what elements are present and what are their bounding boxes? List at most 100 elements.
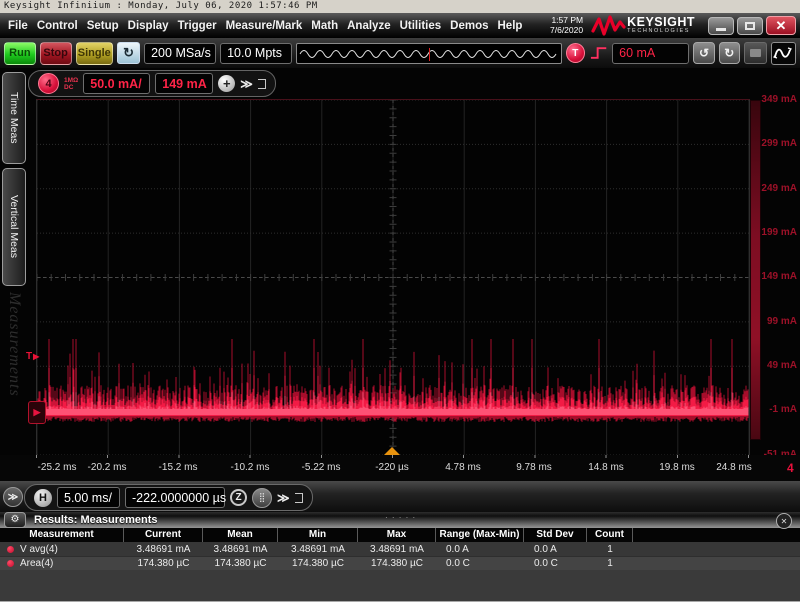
x-axis-label: 19.8 ms [659,462,695,473]
channel4-scale-field[interactable]: 50.0 mA/ [83,73,150,94]
menu-help[interactable]: Help [498,20,523,32]
channel4-axis-marker: 4 [787,461,794,475]
horizontal-dock-icon[interactable] [295,493,303,503]
channel4-dot-icon [7,560,14,567]
channel4-coupling: 1MΩ DC [64,77,78,91]
x-axis-label: -10.2 ms [231,462,270,473]
clock: 1:57 PM 7/6/2020 [550,16,583,35]
value-std-dev: 0.0 A [524,544,587,555]
preview-trigger-marker [429,48,430,61]
value-min: 174.380 µC [278,558,358,569]
waveform-tool-icon[interactable] [771,42,796,65]
menu-utilities[interactable]: Utilities [400,20,442,32]
single-button[interactable]: Single [76,42,114,65]
measurement-label: V avg(4) [20,544,58,555]
x-axis-label: -20.2 ms [88,462,127,473]
screen-dim-icon[interactable] [744,42,767,64]
channel4-controls: 4 1MΩ DC 50.0 mA/ 149 mA + ≫ [28,70,276,97]
menu-demos[interactable]: Demos [450,20,488,32]
scope-display[interactable] [36,99,750,456]
tab-vertical-meas[interactable]: Vertical Meas [2,168,26,286]
y-axis-label: 149 mA [755,272,797,282]
horizontal-expand-left-button[interactable]: ≫ [3,487,23,507]
menu-display[interactable]: Display [128,20,169,32]
vertical-scale-bar[interactable] [750,100,761,440]
trigger-source-button[interactable]: T [566,43,585,63]
channel4-offset-field[interactable]: 149 mA [155,73,213,94]
x-axis-label: 4.78 ms [445,462,481,473]
y-axis-label: -1 mA [755,405,797,415]
menu-setup[interactable]: Setup [87,20,119,32]
channel4-ground-marker[interactable]: ▶ [28,401,46,424]
clear-display-icon[interactable]: ↻ [117,42,140,64]
horizontal-bar: ≫ H 5.00 ms/ -222.0000000 µs Z ⣿ ≫ [0,481,800,512]
value-mean: 3.48691 mA [203,544,278,555]
brand-name: KEYSIGHT [627,16,695,28]
results-title-bar: ⚙ Results: Measurements · · · · · ✕ [0,512,800,528]
channel-dock-icon[interactable] [258,79,266,89]
timebase-scale-field[interactable]: 5.00 ms/ [57,487,120,508]
maximize-button[interactable] [737,17,763,35]
results-panel: ⚙ Results: Measurements · · · · · ✕ Meas… [0,512,800,601]
timebase-position-field[interactable]: -222.0000000 µs [125,487,225,508]
menu-file[interactable]: File [8,20,28,32]
zoom-button[interactable]: Z [230,489,247,506]
value-std-dev: 0.0 C [524,558,587,569]
x-axis-label: 9.78 ms [516,462,552,473]
menu-measure-mark[interactable]: Measure/Mark [226,20,303,32]
screen-glyph [750,49,761,57]
col-mean: Mean [203,528,278,542]
menu-analyze[interactable]: Analyze [347,20,390,32]
keysight-logo: KEYSIGHT TECHNOLOGIES [591,15,695,37]
window-title-bar: Keysight Infiniium : Monday, July 06, 20… [0,0,800,13]
measurements-watermark: Measurements [5,292,23,397]
col-max: Max [358,528,436,542]
channel-expand-button[interactable]: ≫ [240,77,253,91]
stop-button[interactable]: Stop [40,42,72,65]
waveform-preview[interactable] [296,43,562,64]
menu-control[interactable]: Control [37,20,78,32]
close-button[interactable]: ✕ [766,16,796,35]
trigger-level-field[interactable]: 60 mA [612,43,689,64]
col-range: Range (Max-Min) [436,528,524,542]
trigger-level-arrow-icon: ▶ [33,352,39,361]
channel4-button[interactable]: 4 [38,73,59,94]
menu-trigger[interactable]: Trigger [178,20,217,32]
y-axis-label: 99 mA [755,317,797,327]
minimize-button[interactable] [708,17,734,35]
toolbar: Run Stop Single ↻ 200 MSa/s 10.0 Mpts T … [0,38,800,68]
sample-rate-field[interactable]: 200 MSa/s [144,43,216,64]
x-axis-label: -5.22 ms [302,462,341,473]
clock-date: 7/6/2020 [550,26,583,36]
trigger-level-marker[interactable]: T▶ [26,351,39,362]
undo-button[interactable]: ↺ [693,42,714,64]
tab-time-meas[interactable]: Time Meas [2,72,26,164]
results-gear-icon[interactable]: ⚙ [4,512,26,528]
value-count: 1 [587,544,633,555]
page-background [0,601,800,614]
dotted-sphere-button[interactable]: ⣿ [252,488,272,508]
horizontal-button[interactable]: H [34,489,52,507]
channel4-dot-icon [7,546,14,553]
col-count: Count [587,528,633,542]
table-row-vavg[interactable]: V avg(4) 3.48691 mA 3.48691 mA 3.48691 m… [0,542,800,556]
table-row-area[interactable]: Area(4) 174.380 µC 174.380 µC 174.380 µC… [0,556,800,570]
results-close-icon[interactable]: ✕ [776,513,792,529]
memory-depth-field[interactable]: 10.0 Mpts [220,43,292,64]
measurement-label: Area(4) [20,558,53,569]
value-range: 0.0 A [436,544,524,555]
results-drag-handle[interactable]: · · · · · [385,513,416,522]
rising-edge-icon[interactable] [589,45,608,61]
horizontal-expand-button[interactable]: ≫ [277,491,290,505]
trigger-time-marker[interactable] [384,447,400,455]
menu-math[interactable]: Math [311,20,338,32]
col-current: Current [124,528,203,542]
x-axis-label: -15.2 ms [159,462,198,473]
value-min: 3.48691 mA [278,544,358,555]
redo-button[interactable]: ↻ [719,42,740,64]
maximize-icon [745,22,755,30]
add-channel-button[interactable]: + [218,75,235,92]
results-header-row: Measurement Current Mean Min Max Range (… [0,528,800,542]
time-axis-ticks [36,455,749,458]
run-button[interactable]: Run [4,42,36,65]
